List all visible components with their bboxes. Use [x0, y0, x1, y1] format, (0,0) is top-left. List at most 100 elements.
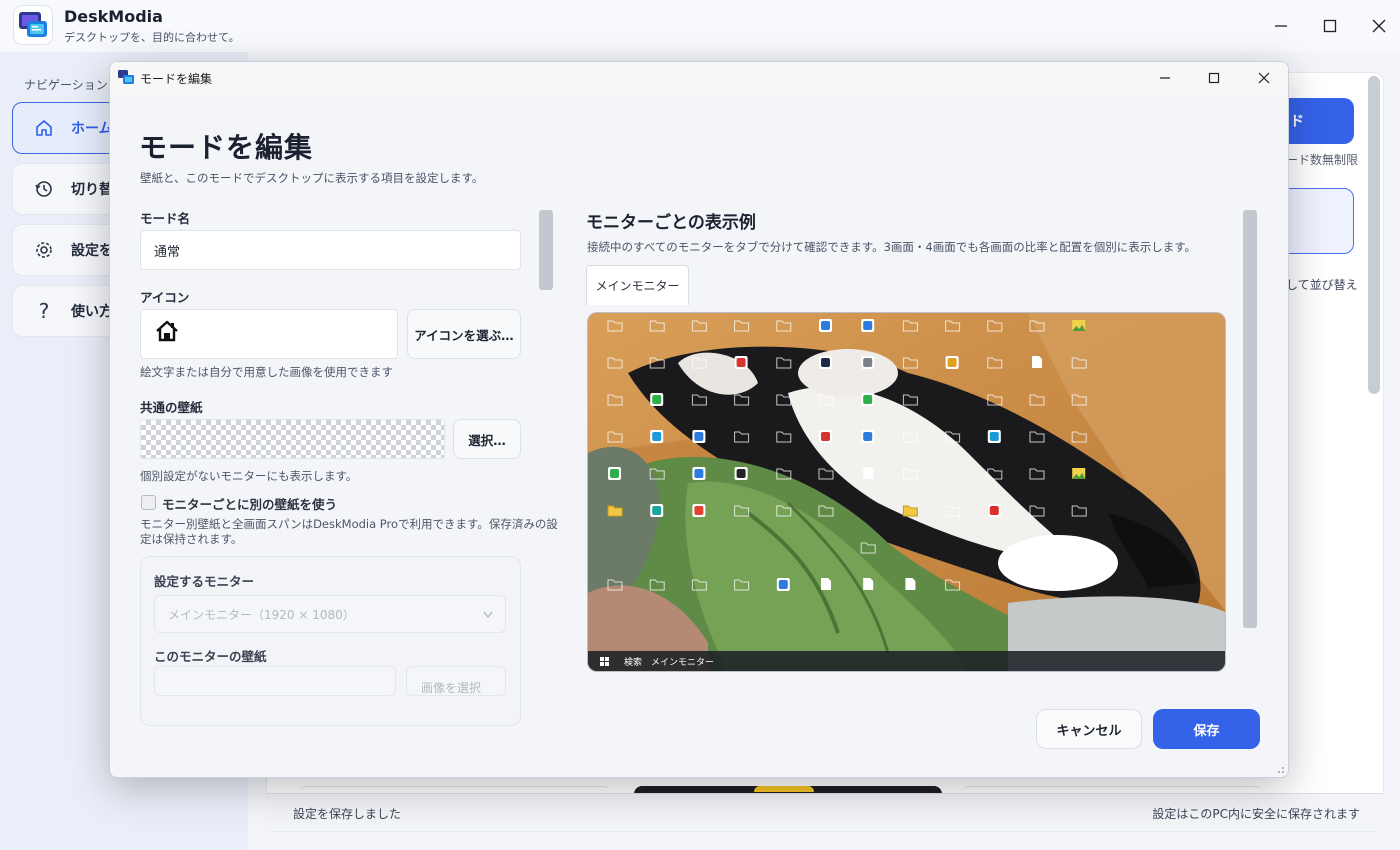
close-icon [1372, 19, 1386, 33]
home-icon [33, 117, 55, 139]
status-security-note: 設定はこのPC内に安全に保存されます [1152, 807, 1360, 821]
house-icon [154, 318, 180, 350]
app-blue-desktop-icon [861, 319, 875, 332]
start-icon [600, 657, 609, 666]
per-monitor-wallpaper-label[interactable]: モニターごとに別の壁紙を使う [162, 494, 337, 513]
mode-card[interactable] [962, 786, 1262, 792]
close-icon [1258, 72, 1270, 84]
app-chrome-desktop-icon [692, 504, 706, 517]
content-scrollbar[interactable] [1368, 76, 1380, 394]
mode-card[interactable] [300, 786, 610, 792]
image-desktop-icon [1072, 468, 1086, 479]
app-color-desktop-icon [945, 356, 959, 369]
app-blue-desktop-icon [861, 430, 875, 443]
icon-help-text: 絵文字または自分で用意した画像を使用できます [140, 365, 393, 379]
app-blue-desktop-icon [692, 430, 706, 443]
cancel-button[interactable]: キャンセル [1036, 709, 1142, 749]
mode-cards-row [300, 786, 1360, 794]
edit-mode-dialog: モードを編集 モードを編集 壁紙と、このモードでデスクトップに表示する項目を設定… [109, 61, 1289, 778]
save-button[interactable]: 保存 [1153, 709, 1260, 749]
doc-desktop-icon [863, 467, 874, 479]
pro-note-line2: 定は保持されます。 [140, 532, 243, 546]
doc-desktop-icon [905, 578, 916, 590]
app-blue-desktop-icon [776, 578, 790, 591]
pro-note-line1: モニター別壁紙と全画面スパンはDeskModia Proで利用できます。保存済み… [140, 517, 558, 531]
monitor-wallpaper-button[interactable]: 画像を選択 [406, 666, 506, 696]
icon-preview [140, 309, 398, 359]
right-scrollbar[interactable] [1243, 210, 1257, 628]
doc-desktop-icon [1032, 356, 1042, 368]
app-titlebar: DeskModia デスクトップを、目的に合わせて。 [0, 0, 1400, 52]
dialog-title: モードを編集 [140, 72, 213, 86]
page-description: 壁紙と、このモードでデスクトップに表示する項目を設定します。 [140, 171, 484, 185]
wallpaper-preview [140, 419, 445, 459]
doc-desktop-icon [863, 578, 874, 590]
minimize-icon [1275, 25, 1287, 27]
maximize-icon [1208, 72, 1220, 84]
dialog-minimize-button[interactable] [1152, 66, 1178, 90]
app-green-desktop-icon [608, 467, 621, 480]
target-monitor-select[interactable]: メインモニター（1920 × 1080） [154, 595, 506, 633]
app-edge-desktop-icon [650, 430, 664, 443]
mode-count-note: ード数無制限 [1286, 153, 1359, 167]
sidebar-item-label: 切り替 [71, 182, 113, 198]
chevron-down-icon [483, 608, 493, 623]
dialog-close-button[interactable] [1251, 66, 1277, 90]
monitor-preview: 検索 メインモニター [587, 312, 1226, 672]
per-monitor-wallpaper-checkbox[interactable] [141, 495, 156, 510]
minimize-icon [1160, 77, 1170, 79]
target-monitor-label: 設定するモニター [154, 574, 255, 589]
app-teal-desktop-icon [650, 504, 664, 517]
status-bar: 設定を保存しました 設定はこのPC内に安全に保存されます [266, 793, 1384, 831]
target-monitor-value: メインモニター（1920 × 1080） [168, 607, 355, 622]
app-chat-desktop-icon [819, 356, 832, 369]
page-title: モードを編集 [139, 131, 314, 164]
wallpaper-image [588, 313, 1225, 671]
app-pdf-desktop-icon [987, 504, 1001, 517]
help-icon: ? [38, 299, 50, 323]
common-wallpaper-label: 共通の壁紙 [140, 400, 203, 415]
app-grid-desktop-icon [861, 356, 875, 369]
app-logo [14, 6, 52, 44]
preview-description: 接続中のすべてのモニターをタブで分けて確認できます。3画面・4画面でも各画面の比… [587, 240, 1197, 254]
app-green-desktop-icon [861, 393, 875, 406]
gear-icon [33, 239, 55, 261]
close-button[interactable] [1365, 12, 1393, 40]
taskbar: 検索 メインモニター [588, 651, 1225, 671]
resize-grip-icon[interactable] [1275, 764, 1285, 774]
monitor-wallpaper-label: このモニターの壁紙 [154, 649, 267, 664]
app-red-desktop-icon [734, 356, 748, 369]
mode-name-value: 通常 [154, 244, 181, 260]
choose-icon-button[interactable]: アイコンを選ぶ… [407, 309, 521, 359]
minimize-button[interactable] [1267, 12, 1295, 40]
app-icon [118, 70, 134, 84]
select-wallpaper-button[interactable]: 選択… [453, 419, 521, 459]
app-edge-desktop-icon [987, 430, 1001, 443]
dialog-maximize-button[interactable] [1201, 66, 1227, 90]
image-desktop-icon [1072, 320, 1086, 331]
icon-label: アイコン [140, 290, 190, 305]
app-subtitle: デスクトップを、目的に合わせて。 [64, 31, 240, 44]
app-red-desktop-icon [819, 430, 832, 443]
app-blue-desktop-icon [819, 319, 832, 332]
doc-desktop-icon [821, 578, 831, 590]
left-scrollbar[interactable] [539, 210, 553, 290]
taskbar-monitor-label: メインモニター [651, 658, 715, 668]
mode-name-label: モード名 [140, 211, 191, 226]
app-dark-desktop-icon [734, 467, 748, 480]
monitor-wallpaper-input[interactable] [154, 666, 396, 696]
folder-yellow-desktop-icon [607, 505, 623, 517]
preview-title: モニターごとの表示例 [586, 213, 756, 233]
tab-main-monitor[interactable]: メインモニター [586, 265, 689, 305]
sidebar-item-label: 設定を [71, 243, 113, 259]
dialog-titlebar: モードを編集 [110, 62, 1288, 94]
maximize-icon [1323, 19, 1337, 33]
sidebar-item-label: 使い方 [71, 304, 113, 320]
wallpaper-help-text: 個別設定がないモニターにも表示します。 [140, 469, 358, 483]
status-message: 設定を保存しました [293, 807, 402, 821]
sidebar-item-label: ホーム [71, 121, 113, 137]
nav-heading: ナビゲーション [24, 78, 108, 92]
maximize-button[interactable] [1316, 12, 1344, 40]
app-blue-desktop-icon [692, 467, 706, 480]
mode-name-input[interactable]: 通常 [140, 230, 521, 270]
